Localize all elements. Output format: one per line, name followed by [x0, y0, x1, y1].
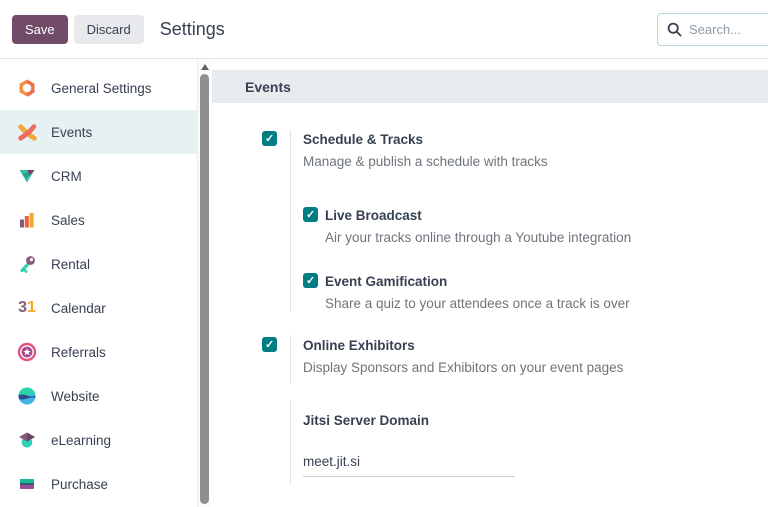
save-button[interactable]: Save	[12, 14, 68, 44]
calendar-icon: 31	[18, 299, 36, 316]
scroll-up-arrow-icon[interactable]	[201, 64, 209, 70]
search-input[interactable]	[689, 22, 768, 37]
settings-page: Save Discard Settings G	[0, 0, 768, 507]
settings-sidebar: General Settings Events CRM Sales Rental…	[0, 60, 197, 507]
settings-main: Events Schedule & Tracks Manage & publis…	[210, 60, 768, 507]
sidebar-item-website[interactable]: Website	[0, 374, 197, 418]
search-icon	[667, 22, 682, 37]
sidebar-item-label: Referrals	[51, 344, 106, 360]
page-title: Settings	[159, 18, 225, 39]
search-box[interactable]	[657, 13, 768, 46]
sales-icon	[16, 209, 38, 231]
sidebar-item-calendar[interactable]: 31 Calendar	[0, 286, 197, 330]
sidebar-item-label: Calendar	[51, 300, 106, 316]
setting-divider	[290, 130, 291, 311]
section-title: Events	[245, 78, 291, 95]
live-broadcast-label: Live Broadcast	[325, 208, 422, 223]
online-exhibitors-checkbox[interactable]	[262, 337, 277, 352]
sidebar-item-general-settings[interactable]: General Settings	[0, 66, 197, 110]
sidebar-item-referrals[interactable]: Referrals	[0, 330, 197, 374]
sidebar-item-label: Events	[51, 124, 93, 140]
sidebar-item-elearning[interactable]: eLearning	[0, 418, 197, 462]
sidebar-item-label: Website	[51, 388, 100, 404]
event-gamification-description: Share a quiz to your attendees once a tr…	[325, 296, 630, 311]
referrals-icon	[16, 341, 38, 363]
jitsi-server-domain-input[interactable]	[303, 454, 515, 477]
sidebar-item-crm[interactable]: CRM	[0, 154, 197, 198]
scrollbar-thumb[interactable]	[200, 74, 209, 504]
sidebar-scrollbar[interactable]	[197, 60, 210, 507]
crm-icon	[16, 165, 38, 187]
online-exhibitors-description: Display Sponsors and Exhibitors on your …	[303, 360, 624, 375]
setting-divider	[290, 335, 291, 384]
sidebar-item-purchase[interactable]: Purchase	[0, 462, 197, 506]
elearning-icon	[16, 429, 38, 451]
sidebar-item-sales[interactable]: Sales	[0, 198, 197, 242]
jitsi-server-domain-label: Jitsi Server Domain	[303, 413, 430, 428]
setting-divider	[290, 400, 291, 484]
sidebar-item-label: General Settings	[51, 80, 152, 96]
schedule-tracks-checkbox[interactable]	[262, 131, 277, 146]
sidebar-item-label: eLearning	[51, 432, 112, 448]
live-broadcast-description: Air your tracks online through a Youtube…	[325, 230, 632, 245]
sidebar-item-events[interactable]: Events	[0, 110, 197, 154]
sidebar-item-label: CRM	[51, 168, 82, 184]
section-header: Events	[212, 70, 768, 103]
online-exhibitors-label: Online Exhibitors	[303, 338, 415, 353]
sidebar-item-rental[interactable]: Rental	[0, 242, 197, 286]
schedule-tracks-description: Manage & publish a schedule with tracks	[303, 154, 548, 169]
sidebar-item-label: Rental	[51, 256, 91, 272]
events-icon	[16, 121, 38, 143]
sidebar-item-label: Sales	[51, 212, 85, 228]
general-settings-icon	[16, 77, 38, 99]
schedule-tracks-label: Schedule & Tracks	[303, 132, 424, 147]
sidebar-item-label: Purchase	[51, 476, 109, 492]
top-bar: Save Discard Settings	[0, 0, 768, 59]
discard-button[interactable]: Discard	[73, 14, 144, 44]
purchase-icon	[16, 473, 38, 495]
event-gamification-checkbox[interactable]	[303, 273, 318, 288]
event-gamification-label: Event Gamification	[325, 274, 448, 289]
live-broadcast-checkbox[interactable]	[303, 207, 318, 222]
rental-icon	[16, 253, 38, 275]
website-icon	[16, 385, 38, 407]
